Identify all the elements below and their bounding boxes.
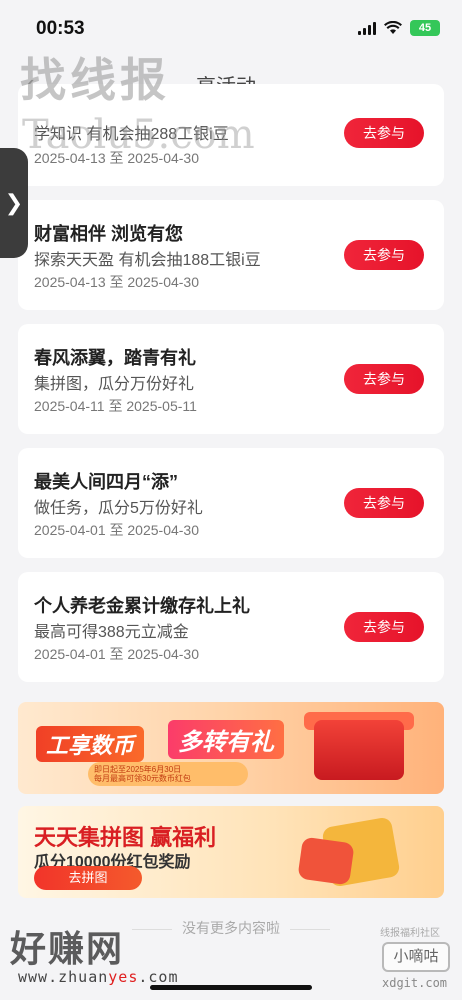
red-envelope-icon (297, 836, 355, 886)
cellular-signal-icon (358, 21, 376, 35)
activity-card[interactable]: 最美人间四月“添” 做任务，瓜分5万份好礼 2025-04-01 至 2025-… (18, 448, 444, 558)
join-button[interactable]: 去参与 (344, 364, 424, 394)
watermark-url-part: www.zhuan (18, 968, 109, 986)
battery-icon: 45 (410, 20, 440, 36)
no-more-content-text: 没有更多内容啦 (0, 918, 462, 938)
activity-date: 2025-04-01 至 2025-04-30 (34, 522, 200, 538)
activity-subtitle: 探索天天盈 有机会抽188工银i豆 (34, 252, 261, 269)
watermark-url-part: yes (108, 968, 139, 986)
banner-note-line: 即日起至2025年6月30日 (94, 765, 182, 774)
status-bar: 00:53 45 (0, 0, 462, 56)
activity-subtitle: 集拼图，瓜分万份好礼 (34, 376, 195, 393)
activity-card[interactable]: 春风添翼，踏青有礼 集拼图，瓜分万份好礼 2025-04-11 至 2025-0… (18, 324, 444, 434)
join-button[interactable]: 去参与 (344, 118, 424, 148)
activity-subtitle: 做任务，瓜分5万份好礼 (34, 500, 203, 517)
activity-title: 个人养老金累计缴存礼上礼 (34, 596, 250, 616)
banner-right-title: 多转有礼 (168, 720, 284, 759)
activity-subtitle: 最高可得388元立减金 (34, 624, 189, 641)
activity-subtitle: 学知识 有机会抽288工银i豆 (34, 126, 229, 143)
activity-date: 2025-04-11 至 2025-05-11 (34, 398, 197, 414)
watermark-xd-url: xdgit.com (382, 976, 448, 990)
gift-box-icon (314, 720, 404, 780)
banner-left-title: 工享数币 (36, 726, 145, 762)
activity-date: 2025-04-01 至 2025-04-30 (34, 646, 200, 662)
status-icons: 45 (358, 20, 440, 36)
puzzle-banner[interactable]: 天天集拼图 赢福利 瓜分10000份红包奖励 去拼图 (18, 806, 444, 898)
activity-date: 2025-04-13 至 2025-04-30 (34, 274, 200, 290)
activity-title: 春风添翼，踏青有礼 (34, 348, 196, 368)
activity-title: 财富相伴 浏览有您 (34, 224, 184, 244)
chevron-right-icon: ❯ (4, 190, 24, 215)
status-time: 00:53 (36, 18, 85, 39)
activity-card[interactable]: 财富相伴 浏览有您 探索天天盈 有机会抽188工银i豆 2025-04-13 至… (18, 200, 444, 310)
go-puzzle-button[interactable]: 去拼图 (34, 866, 142, 890)
side-drawer-handle[interactable]: ❯ (0, 148, 28, 258)
activity-date: 2025-04-13 至 2025-04-30 (34, 150, 200, 166)
join-button[interactable]: 去参与 (344, 488, 424, 518)
activity-card[interactable]: 学知识 有机会抽288工银i豆 2025-04-13 至 2025-04-30 … (18, 84, 444, 186)
wifi-icon (384, 21, 402, 34)
activity-title: 最美人间四月“添” (34, 472, 178, 492)
watermark-url-part: .com (138, 968, 179, 986)
home-indicator[interactable] (150, 985, 312, 990)
join-button[interactable]: 去参与 (344, 612, 424, 642)
digital-currency-banner[interactable]: 工享数币 多转有礼 即日起至2025年6月30日 每月最高可领30元数币红包 (18, 702, 444, 794)
banner-note: 即日起至2025年6月30日 每月最高可领30元数币红包 (88, 762, 248, 786)
watermark-url: www.zhuanyes.com (18, 968, 179, 986)
watermark-xd-brand: 小嘀咕 (382, 942, 450, 972)
banner-note-line: 每月最高可领30元数币红包 (94, 774, 191, 783)
activity-card[interactable]: 个人养老金累计缴存礼上礼 最高可得388元立减金 2025-04-01 至 20… (18, 572, 444, 682)
join-button[interactable]: 去参与 (344, 240, 424, 270)
